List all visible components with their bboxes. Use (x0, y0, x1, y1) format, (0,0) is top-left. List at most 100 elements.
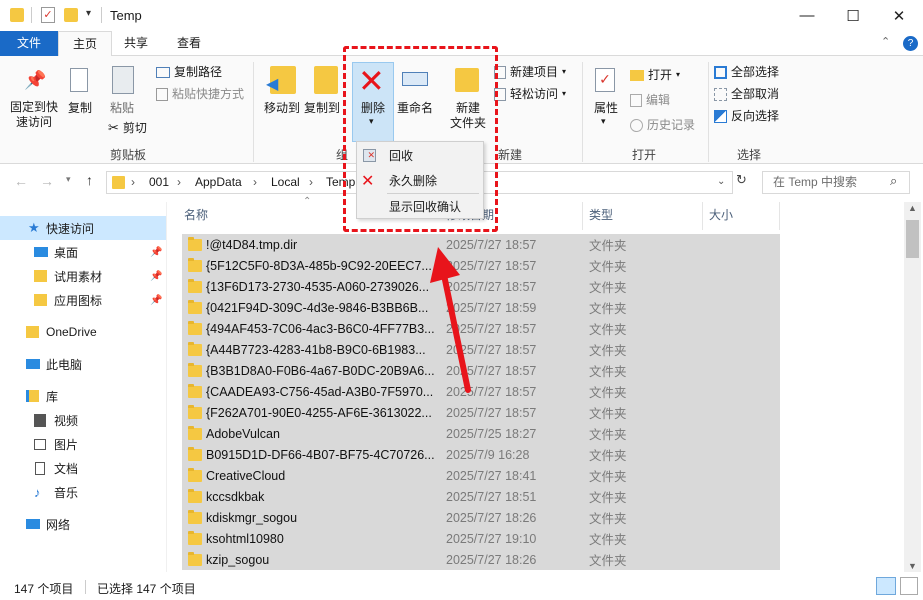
move-to-button[interactable]: 移动到 (260, 101, 304, 116)
breadcrumb-chevron-icon[interactable]: › (309, 175, 313, 189)
up-icon[interactable]: ↑ (86, 172, 93, 188)
sidebar-item-documents[interactable]: 文档 (0, 456, 166, 480)
scroll-down-icon[interactable]: ▼ (908, 561, 917, 571)
copy-path-button[interactable]: 复制路径 (156, 62, 222, 82)
open-button[interactable]: 打开 ▾ (630, 65, 680, 85)
recent-locations-icon[interactable]: ▾ (66, 174, 71, 185)
column-header-type[interactable]: 类型 (589, 206, 613, 223)
history-label: 历史记录 (647, 118, 696, 132)
scroll-up-icon[interactable]: ▲ (908, 203, 917, 213)
properties-icon: ✓ (595, 68, 615, 92)
sidebar-item-videos[interactable]: 视频 (0, 408, 166, 432)
file-row[interactable]: {0421F94D-309C-4d3e-9846-B3BB6B... 2025/7… (182, 297, 780, 318)
file-name: kdiskmgr_sogou (206, 510, 298, 525)
back-icon[interactable]: ← (14, 173, 28, 189)
pane-divider[interactable] (166, 202, 167, 572)
sidebar-item-pictures[interactable]: 图片 (0, 432, 166, 456)
maximize-button[interactable]: ☐ (830, 0, 876, 31)
file-row[interactable]: kccsdkbak 2025/7/27 18:51 文件夹 (182, 486, 780, 507)
file-row[interactable]: CreativeCloud 2025/7/27 18:41 文件夹 (182, 465, 780, 486)
paste-shortcut-button[interactable]: 粘贴快捷方式 (156, 84, 244, 104)
pin-quick-access-button[interactable]: 固定到快 速访问 (6, 100, 62, 130)
file-row[interactable]: kzip_sogou 2025/7/27 18:26 文件夹 (182, 549, 780, 570)
file-type: 文件夹 (589, 512, 627, 526)
sidebar-item-this-pc[interactable]: 此电脑 (0, 352, 166, 376)
paste-button[interactable]: 粘贴 (104, 101, 140, 116)
history-button[interactable]: 历史记录 (630, 115, 695, 135)
sidebar-item-libraries[interactable]: 库 (0, 384, 166, 408)
sidebar-item-quick-access[interactable]: ★ 快速访问 (0, 216, 166, 240)
sidebar-item-label: 库 (46, 389, 59, 404)
sidebar-item-app-icons[interactable]: 应用图标 📌 (0, 288, 166, 312)
quick-access-dropdown-icon[interactable]: ▾ (86, 8, 91, 19)
file-row[interactable]: AdobeVulcan 2025/7/25 18:27 文件夹 (182, 423, 780, 444)
edit-button[interactable]: 编辑 (630, 90, 670, 110)
file-row[interactable]: {13F6D173-2730-4535-A060-2739026... 2025/… (182, 276, 780, 297)
breadcrumb-appdata[interactable]: AppData (195, 175, 242, 189)
tab-view[interactable]: 查看 (163, 31, 215, 56)
forward-icon[interactable]: → (40, 173, 54, 189)
search-input[interactable]: 在 Temp 中搜索 (762, 171, 910, 194)
file-row[interactable]: {5F12C5F0-8D3A-485b-9C92-20EEC7... 2025/7… (182, 255, 780, 276)
new-folder-quick-icon[interactable] (64, 8, 78, 22)
file-rows: !@t4D84.tmp.dir 2025/7/27 18:57 文件夹 {5F12C5… (182, 234, 782, 572)
file-row[interactable]: !@t4D84.tmp.dir 2025/7/27 18:57 文件夹 (182, 234, 780, 255)
select-all-button[interactable]: 全部选择 (714, 62, 779, 82)
pin-icon[interactable]: 📌 (150, 247, 162, 258)
new-item-label: 新建项目 (510, 65, 559, 79)
cut-button[interactable]: ✂ 剪切 (108, 118, 147, 138)
close-button[interactable]: ✕ (876, 0, 922, 31)
column-header-name[interactable]: 名称 (184, 206, 208, 223)
sidebar-item-trial-assets[interactable]: 试用素材 📌 (0, 264, 166, 288)
file-row[interactable]: ksohtml10980 2025/7/27 19:10 文件夹 (182, 528, 780, 549)
copy-button[interactable]: 复制 (64, 101, 96, 116)
file-row[interactable]: kdiskmgr_sogou 2025/7/27 18:26 文件夹 (182, 507, 780, 528)
file-row[interactable]: {494AF453-7C06-4ac3-B6C0-4FF77B3... 2025/… (182, 318, 780, 339)
file-name: AdobeVulcan (206, 426, 280, 441)
address-dropdown-icon[interactable]: ⌄ (717, 176, 725, 187)
scrollbar-thumb[interactable] (906, 220, 919, 258)
tab-share[interactable]: 共享 (110, 31, 162, 56)
minimize-button[interactable]: — (784, 0, 830, 31)
breadcrumb-chevron-icon[interactable]: › (177, 175, 181, 189)
breadcrumb-local[interactable]: Local (271, 175, 300, 189)
file-row[interactable]: {F262A701-90E0-4255-AF6E-3613022... 2025/… (182, 402, 780, 423)
file-row[interactable]: {CAADEA93-C756-45ad-A3B0-7F5970... 2025/7… (182, 381, 780, 402)
file-row[interactable]: {A44B7723-4283-41b8-B9C0-6B1983... 2025/7… (182, 339, 780, 360)
column-divider[interactable] (582, 202, 583, 230)
column-divider[interactable] (779, 202, 780, 230)
new-item-button[interactable]: 新建项目 ▾ (494, 62, 566, 82)
group-separator (708, 62, 709, 162)
large-icons-view-icon[interactable] (900, 577, 918, 595)
breadcrumb-chevron-icon[interactable]: › (253, 175, 257, 189)
pin-icon[interactable]: 📌 (150, 295, 162, 306)
collapse-ribbon-icon[interactable]: ⌃ (881, 35, 890, 48)
copy-to-button[interactable]: 复制到 (302, 101, 342, 116)
properties-button[interactable]: 属性 (588, 101, 624, 116)
file-row[interactable]: B0915D1D-DF66-4B07-BF75-4C70726... 2025/7… (182, 444, 780, 465)
tab-file[interactable]: 文件 (0, 31, 58, 56)
select-none-label: 全部取消 (731, 87, 780, 101)
refresh-icon[interactable]: ↻ (736, 172, 752, 192)
details-view-icon[interactable] (876, 577, 896, 595)
column-divider[interactable] (702, 202, 703, 230)
breadcrumb-001[interactable]: 001 (149, 175, 169, 189)
file-row[interactable]: {B3B1D8A0-F0B6-4a67-B0DC-20B9A6... 2025/7… (182, 360, 780, 381)
sidebar-item-network[interactable]: 网络 (0, 512, 166, 536)
copy-to-icon (314, 66, 338, 94)
help-icon[interactable]: ? (903, 36, 918, 51)
sidebar-item-music[interactable]: ♪ 音乐 (0, 480, 166, 504)
easy-access-button[interactable]: 轻松访问 ▾ (494, 84, 566, 104)
sidebar-item-onedrive[interactable]: OneDrive (0, 320, 166, 344)
breadcrumb-chevron-icon[interactable]: › (131, 175, 135, 189)
file-type: 文件夹 (589, 533, 627, 547)
select-none-button[interactable]: 全部取消 (714, 84, 779, 104)
file-date: 2025/7/9 16:28 (446, 447, 530, 462)
properties-quick-icon[interactable]: ✓ (41, 7, 55, 23)
column-header-size[interactable]: 大小 (709, 206, 733, 223)
sidebar-item-desktop[interactable]: 桌面 📌 (0, 240, 166, 264)
tab-home[interactable]: 主页 (58, 31, 113, 57)
edit-label: 编辑 (646, 93, 671, 107)
invert-selection-button[interactable]: 反向选择 (714, 106, 779, 126)
pin-icon[interactable]: 📌 (150, 271, 162, 282)
